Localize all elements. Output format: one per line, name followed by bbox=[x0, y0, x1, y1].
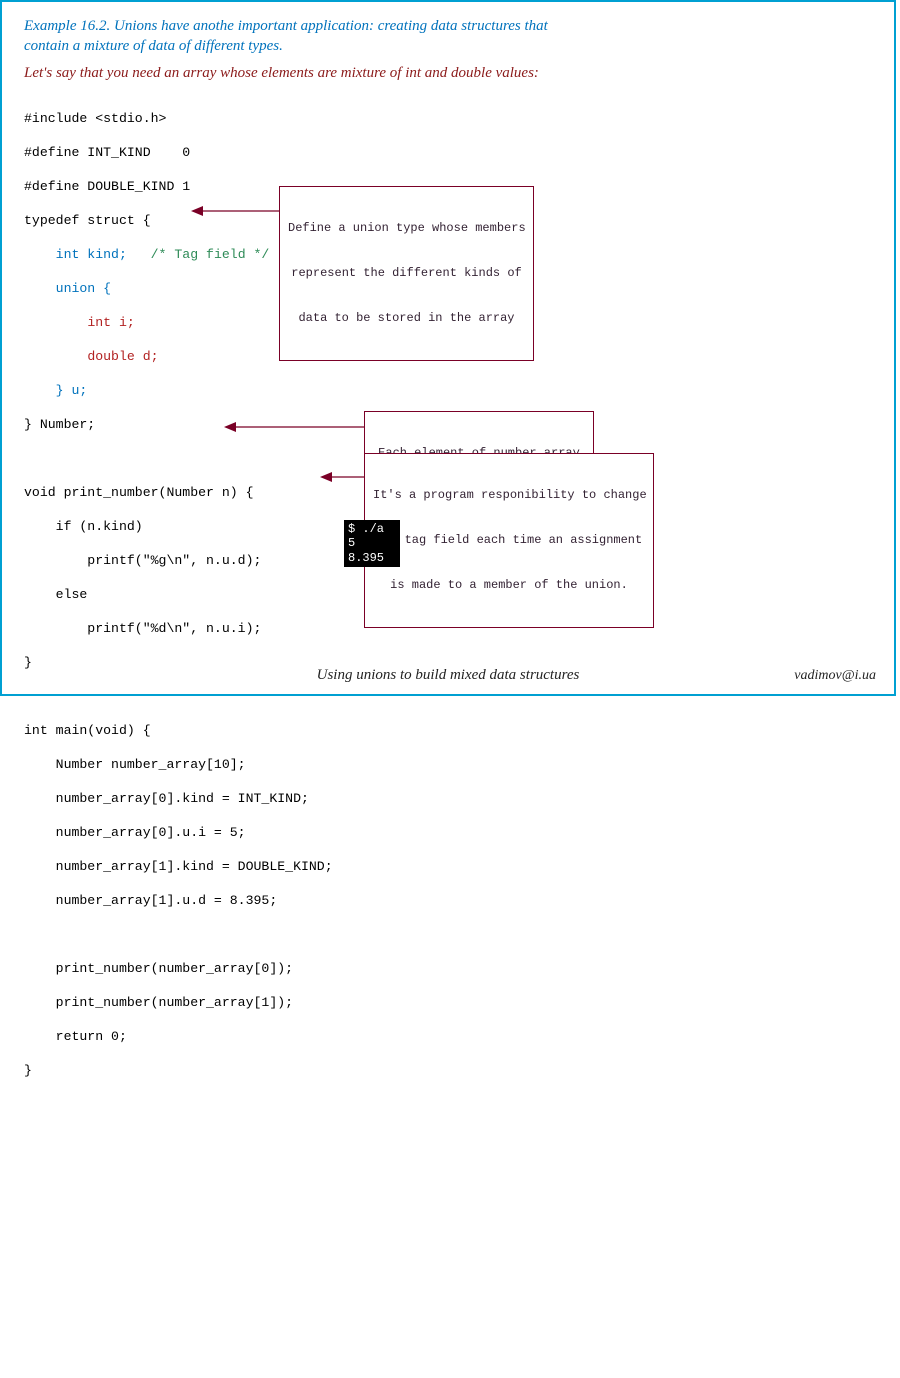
slide-title: Using unions to build mixed data structu… bbox=[2, 667, 894, 684]
callout-union-definition: Define a union type whose members repres… bbox=[279, 186, 534, 361]
code-line: number_array[1].kind = DOUBLE_KIND; bbox=[24, 858, 872, 875]
callout-line: Define a union type whose members bbox=[288, 221, 525, 236]
content-area: Example 16.2. Unions have anothe importa… bbox=[2, 2, 894, 1378]
callout-line: the tag field each time an assignment bbox=[373, 533, 645, 548]
code-token: int kind; bbox=[56, 247, 127, 262]
scenario-text: Let's say that you need an array whose e… bbox=[24, 63, 664, 83]
code-line bbox=[24, 688, 872, 705]
code-comment: /* Tag field */ bbox=[151, 247, 270, 262]
code-line: int main(void) { bbox=[24, 722, 872, 739]
code-token: int i; bbox=[87, 315, 134, 330]
callout-line: represent the different kinds of bbox=[288, 266, 525, 281]
code-block: #include <stdio.h> #define INT_KIND 0 #d… bbox=[24, 93, 872, 1368]
code-indent bbox=[24, 247, 56, 262]
callout-line: It's a program responibility to change bbox=[373, 488, 645, 503]
code-line: return 0; bbox=[24, 1028, 872, 1045]
example-number: Example 16.2. bbox=[24, 18, 110, 34]
page-frame: Example 16.2. Unions have anothe importa… bbox=[0, 0, 896, 696]
code-line: #include <stdio.h> bbox=[24, 110, 872, 127]
code-indent bbox=[24, 383, 56, 398]
code-token: double d; bbox=[87, 349, 158, 364]
callout-line: data to be stored in the array bbox=[288, 311, 525, 326]
code-indent bbox=[127, 247, 151, 262]
terminal-output: $ ./a 5 8.395 bbox=[344, 520, 400, 567]
code-token: union { bbox=[56, 281, 111, 296]
code-line: number_array[0].kind = INT_KIND; bbox=[24, 790, 872, 807]
code-indent bbox=[24, 349, 87, 364]
example-heading: Example 16.2. Unions have anothe importa… bbox=[24, 16, 584, 57]
code-line: print_number(number_array[1]); bbox=[24, 994, 872, 1011]
code-line bbox=[24, 926, 872, 943]
callout-tag-field: It's a program responibility to change t… bbox=[364, 453, 654, 628]
code-token: } u; bbox=[56, 383, 88, 398]
code-line: print_number(number_array[0]); bbox=[24, 960, 872, 977]
code-indent bbox=[24, 281, 56, 296]
code-line: } u; bbox=[24, 382, 872, 399]
code-line: number_array[0].u.i = 5; bbox=[24, 824, 872, 841]
author-email: vadimov@i.ua bbox=[794, 668, 876, 684]
code-line: #define INT_KIND 0 bbox=[24, 144, 872, 161]
code-line: Number number_array[10]; bbox=[24, 756, 872, 773]
code-line: } bbox=[24, 1062, 872, 1079]
code-indent bbox=[24, 315, 87, 330]
code-line: number_array[1].u.d = 8.395; bbox=[24, 892, 872, 909]
callout-line: is made to a member of the union. bbox=[373, 578, 645, 593]
